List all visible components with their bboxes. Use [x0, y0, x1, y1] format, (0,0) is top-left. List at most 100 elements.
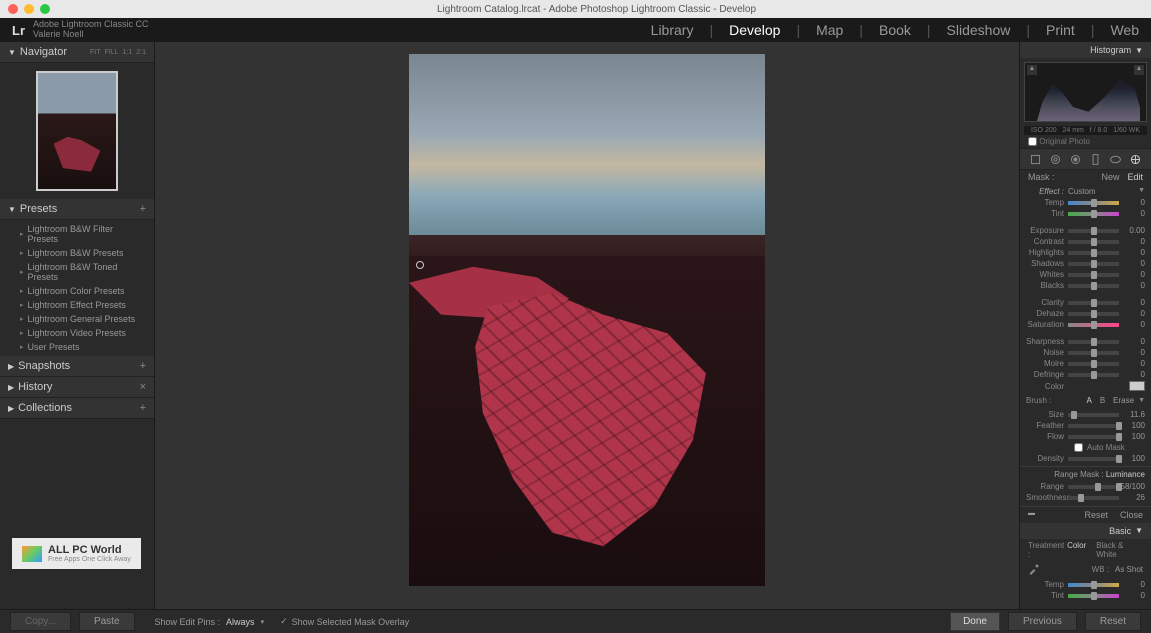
- sharpness-slider[interactable]: Sharpness0: [1026, 336, 1145, 347]
- add-snapshot-icon[interactable]: +: [140, 360, 146, 372]
- treatment-label: Treatment :: [1028, 541, 1067, 559]
- moire-slider[interactable]: Moire0: [1026, 358, 1145, 369]
- reset-button[interactable]: Reset: [1084, 510, 1108, 520]
- presets-header[interactable]: ▼ Presets +: [0, 199, 154, 220]
- clarity-label: Clarity: [1026, 298, 1068, 307]
- basic-panel-header[interactable]: Basic ▼: [1020, 523, 1151, 539]
- exposure-slider[interactable]: Exposure0.00: [1026, 225, 1145, 236]
- highlight-clipping-icon[interactable]: ▲: [1134, 65, 1144, 75]
- preset-folder[interactable]: Lightroom Color Presets: [0, 284, 154, 298]
- flow-slider[interactable]: Flow100: [1026, 431, 1145, 442]
- previous-button[interactable]: Previous: [1008, 612, 1077, 631]
- redeye-tool-icon[interactable]: [1069, 152, 1083, 166]
- close-button[interactable]: Close: [1120, 510, 1143, 520]
- clear-history-icon[interactable]: ×: [140, 381, 146, 393]
- eyedropper-icon[interactable]: [1028, 563, 1040, 575]
- defringe-slider[interactable]: Defringe0: [1026, 369, 1145, 380]
- histogram-header[interactable]: Histogram ▼: [1020, 42, 1151, 58]
- snapshots-header[interactable]: ▶ Snapshots +: [0, 356, 154, 377]
- add-collection-icon[interactable]: +: [140, 402, 146, 414]
- zoom-fit[interactable]: FIT: [90, 49, 101, 56]
- module-book[interactable]: Book: [879, 22, 911, 38]
- minimize-window-icon[interactable]: [24, 4, 34, 14]
- preset-folder[interactable]: Lightroom B&W Toned Presets: [0, 260, 154, 284]
- close-window-icon[interactable]: [8, 4, 18, 14]
- range-mask-mode[interactable]: Luminance: [1106, 470, 1145, 479]
- overlay-toggle[interactable]: Show Selected Mask Overlay: [280, 616, 409, 627]
- contrast-slider[interactable]: Contrast0: [1026, 236, 1145, 247]
- module-print[interactable]: Print: [1046, 22, 1075, 38]
- histogram-chart[interactable]: ▲ ▲: [1024, 62, 1147, 122]
- size-value: 11.6: [1119, 410, 1145, 419]
- highlights-slider[interactable]: Highlights0: [1026, 247, 1145, 258]
- module-develop[interactable]: Develop: [729, 22, 780, 38]
- history-title: History: [18, 381, 52, 393]
- done-button[interactable]: Done: [950, 612, 1000, 631]
- preset-folder[interactable]: Lightroom B&W Filter Presets: [0, 222, 154, 246]
- preset-folder[interactable]: Lightroom Video Presets: [0, 326, 154, 340]
- add-preset-icon[interactable]: +: [140, 203, 146, 215]
- module-slideshow[interactable]: Slideshow: [947, 22, 1011, 38]
- auto-mask-toggle[interactable]: Auto Mask: [1026, 442, 1145, 453]
- spot-removal-icon[interactable]: [1049, 152, 1063, 166]
- dehaze-slider[interactable]: Dehaze0: [1026, 308, 1145, 319]
- size-slider[interactable]: Size11.6: [1026, 409, 1145, 420]
- mask-edit-button[interactable]: Edit: [1127, 172, 1143, 182]
- original-photo-toggle[interactable]: Original Photo: [1020, 135, 1151, 148]
- density-slider[interactable]: Density100: [1026, 453, 1145, 464]
- treatment-color-button[interactable]: Color: [1067, 541, 1086, 559]
- feather-slider[interactable]: Feather100: [1026, 420, 1145, 431]
- basic-temp-slider[interactable]: Temp 0: [1026, 579, 1145, 590]
- switch-icon[interactable]: ▬: [1028, 510, 1035, 520]
- saturation-slider[interactable]: Saturation0: [1026, 319, 1145, 330]
- paste-button[interactable]: Paste: [79, 612, 135, 631]
- adjustment-brush-icon[interactable]: [1128, 152, 1142, 166]
- brush-b-button[interactable]: B: [1100, 396, 1105, 405]
- shadows-slider[interactable]: Shadows0: [1026, 258, 1145, 269]
- copy-button[interactable]: Copy...: [10, 612, 71, 631]
- original-photo-checkbox[interactable]: [1028, 137, 1037, 146]
- navigator-thumbnail[interactable]: [36, 71, 118, 191]
- graduated-filter-icon[interactable]: [1088, 152, 1102, 166]
- basic-tint-slider[interactable]: Tint 0: [1026, 590, 1145, 601]
- smoothness-slider[interactable]: Smoothness 26: [1026, 492, 1145, 503]
- range-slider[interactable]: Range 58/100: [1026, 481, 1145, 492]
- preset-folder[interactable]: Lightroom General Presets: [0, 312, 154, 326]
- mask-new-button[interactable]: New: [1101, 172, 1119, 182]
- shadow-clipping-icon[interactable]: ▲: [1027, 65, 1037, 75]
- brush-erase-button[interactable]: Erase: [1113, 396, 1134, 405]
- identity-plate: Lr Adobe Lightroom Classic CC Valerie No…: [0, 18, 1151, 42]
- preset-folder[interactable]: Lightroom Effect Presets: [0, 298, 154, 312]
- collections-header[interactable]: ▶ Collections +: [0, 398, 154, 419]
- tint-slider[interactable]: Tint0: [1026, 208, 1145, 219]
- module-map[interactable]: Map: [816, 22, 843, 38]
- auto-mask-checkbox[interactable]: [1074, 443, 1083, 452]
- watermark-subtitle: Free Apps One Click Away: [48, 556, 131, 563]
- effect-row[interactable]: Effect : Custom ▼: [1026, 186, 1145, 197]
- reset-all-button[interactable]: Reset: [1085, 612, 1141, 631]
- noise-slider[interactable]: Noise0: [1026, 347, 1145, 358]
- treatment-bw-button[interactable]: Black & White: [1096, 541, 1143, 559]
- image-canvas[interactable]: [409, 54, 765, 586]
- history-header[interactable]: ▶ History ×: [0, 377, 154, 398]
- color-swatch[interactable]: [1129, 381, 1145, 391]
- preset-folder[interactable]: Lightroom B&W Presets: [0, 246, 154, 260]
- module-web[interactable]: Web: [1110, 22, 1139, 38]
- zoom-fill[interactable]: FILL: [105, 49, 119, 56]
- preset-folder[interactable]: User Presets: [0, 340, 154, 354]
- temp-label: Temp: [1026, 198, 1068, 207]
- edit-pins-control[interactable]: Show Edit Pins : Always ▾: [155, 617, 265, 627]
- temp-slider[interactable]: Temp0: [1026, 197, 1145, 208]
- radial-filter-icon[interactable]: [1108, 152, 1122, 166]
- navigator-header[interactable]: ▼ Navigator FIT FILL 1:1 2:1: [0, 42, 154, 63]
- zoom-2-1[interactable]: 2:1: [136, 49, 146, 56]
- blacks-slider[interactable]: Blacks0: [1026, 280, 1145, 291]
- zoom-1-1[interactable]: 1:1: [123, 49, 133, 56]
- module-library[interactable]: Library: [651, 22, 694, 38]
- zoom-window-icon[interactable]: [40, 4, 50, 14]
- wb-value[interactable]: As Shot: [1115, 565, 1143, 574]
- whites-slider[interactable]: Whites0: [1026, 269, 1145, 280]
- brush-a-button[interactable]: A: [1086, 396, 1091, 405]
- clarity-slider[interactable]: Clarity0: [1026, 297, 1145, 308]
- crop-tool-icon[interactable]: [1029, 152, 1043, 166]
